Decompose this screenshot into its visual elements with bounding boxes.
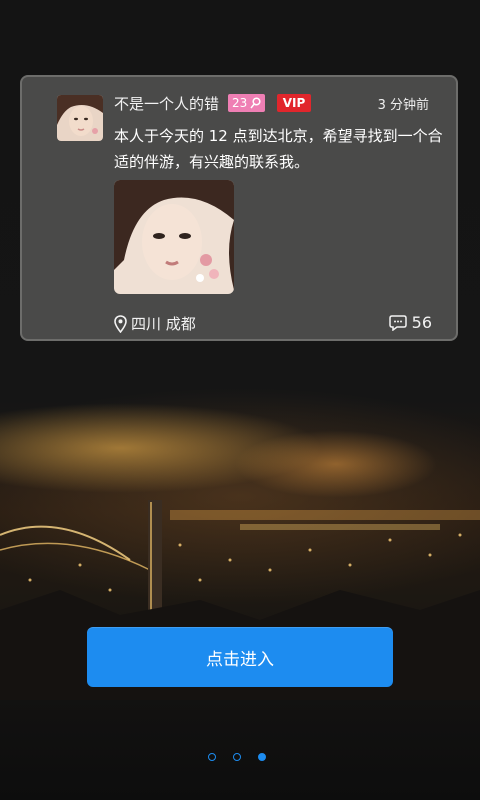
page-dot-2[interactable] [233, 753, 241, 761]
page-indicator [208, 753, 266, 761]
location-text: 四川 成都 [131, 315, 196, 333]
comment-count: 56 [411, 313, 432, 332]
comment-bubble-icon [388, 314, 407, 331]
location-pin-icon [114, 314, 127, 333]
post-photo[interactable] [114, 180, 234, 294]
enter-button[interactable]: 点击进入 [87, 627, 393, 687]
age-value: 23 [232, 96, 248, 110]
username[interactable]: 不是一个人的错 [114, 93, 219, 114]
post-time: 3 分钟前 [377, 98, 429, 113]
location: 四川 成都 [114, 313, 196, 334]
post-card[interactable]: 不是一个人的错 23 VIP 3 分钟前 本人于今天的 12 点到达北京，希望寻… [20, 75, 458, 341]
page-dot-3-active[interactable] [258, 753, 266, 761]
vip-badge: VIP [277, 94, 311, 112]
avatar[interactable] [57, 95, 103, 141]
post-text: 本人于今天的 12 点到达北京，希望寻找到一个合适的伴游，有兴趣的联系我。 [114, 127, 443, 171]
age-badge: 23 [228, 94, 266, 112]
page-dot-1[interactable] [208, 753, 216, 761]
comments[interactable]: 56 [388, 313, 432, 332]
female-symbol-icon [250, 97, 261, 109]
